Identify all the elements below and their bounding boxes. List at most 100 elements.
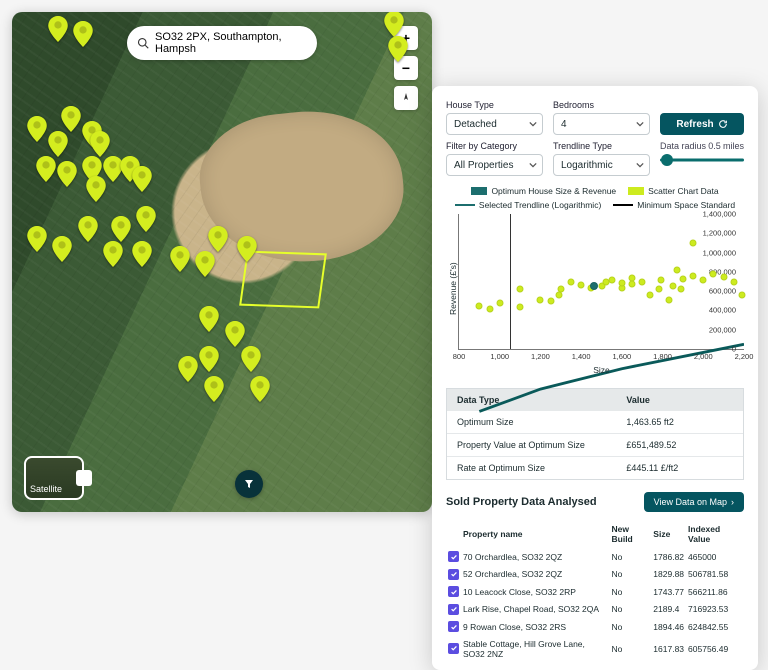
bedrooms-select[interactable]: 4 bbox=[553, 113, 650, 135]
radius-unit: miles bbox=[723, 141, 744, 151]
map-pin[interactable] bbox=[52, 236, 72, 262]
property-name: Stable Cottage, Hill Grove Lane, SO32 2N… bbox=[461, 636, 610, 662]
checkbox[interactable] bbox=[448, 604, 459, 615]
scatter-point bbox=[567, 278, 574, 285]
map-pin[interactable] bbox=[204, 376, 224, 402]
map-pin[interactable] bbox=[103, 241, 123, 267]
property-name: 9 Rowan Close, SO32 2RS bbox=[461, 618, 610, 636]
radius-slider[interactable] bbox=[660, 153, 744, 167]
map-pin[interactable] bbox=[111, 216, 131, 242]
indexed-value: 605756.49 bbox=[686, 636, 744, 662]
scatter-point bbox=[655, 286, 662, 293]
search-icon bbox=[137, 37, 149, 49]
house-type-select[interactable]: Detached bbox=[446, 113, 543, 135]
basemap-toggle[interactable]: Satellite › bbox=[24, 456, 84, 500]
map-filter-fab[interactable] bbox=[235, 470, 263, 498]
map-pin[interactable] bbox=[388, 36, 408, 62]
radius-label: Data radius bbox=[660, 141, 706, 151]
sold-table: Property name New Build Size Indexed Val… bbox=[446, 520, 744, 662]
property-name: 70 Orchardlea, SO32 2QZ bbox=[461, 548, 610, 566]
sold-row[interactable]: 70 Orchardlea, SO32 2QZNo1786.82465000 bbox=[446, 548, 744, 566]
map-search[interactable]: SO32 2PX, Southampton, Hampsh bbox=[127, 26, 317, 60]
map-pin[interactable] bbox=[57, 161, 77, 187]
sold-row[interactable]: Lark Rise, Chapel Road, SO32 2QANo2189.4… bbox=[446, 601, 744, 619]
trendline-select[interactable]: Logarithmic bbox=[553, 154, 650, 176]
property-name: 10 Leacock Close, SO32 2RP bbox=[461, 583, 610, 601]
house-type-field: House Type Detached bbox=[446, 100, 543, 135]
map-pin[interactable] bbox=[36, 156, 56, 182]
map-pin[interactable] bbox=[237, 236, 257, 262]
map-pin[interactable] bbox=[178, 356, 198, 382]
map-pin[interactable] bbox=[136, 206, 156, 232]
basemap-label: Satellite bbox=[30, 484, 62, 494]
map-pin[interactable] bbox=[384, 12, 404, 37]
checkbox[interactable] bbox=[448, 551, 459, 562]
new-build: No bbox=[610, 601, 652, 619]
y-tick: 200,000 bbox=[709, 325, 736, 334]
map-pin[interactable] bbox=[195, 251, 215, 277]
y-axis-label: Revenue (£'s) bbox=[446, 214, 458, 364]
scatter-point bbox=[618, 280, 625, 287]
scatter-point bbox=[720, 273, 727, 280]
sold-row[interactable]: Stable Cottage, Hill Grove Lane, SO32 2N… bbox=[446, 636, 744, 662]
property-name: Lark Rise, Chapel Road, SO32 2QA bbox=[461, 601, 610, 619]
radius-value: 0.5 bbox=[708, 141, 721, 151]
map-pin[interactable] bbox=[48, 16, 68, 42]
chart-plot[interactable]: Size 0200,000400,000600,000800,0001,000,… bbox=[458, 214, 744, 350]
map-pin[interactable] bbox=[78, 216, 98, 242]
sold-row[interactable]: 10 Leacock Close, SO32 2RPNo1743.7756621… bbox=[446, 583, 744, 601]
category-select[interactable]: All Properties bbox=[446, 154, 543, 176]
x-axis-label: Size bbox=[593, 365, 610, 375]
checkbox[interactable] bbox=[448, 621, 459, 632]
indexed-value: 566211.86 bbox=[686, 583, 744, 601]
map-pin[interactable] bbox=[199, 346, 219, 372]
map-pin[interactable] bbox=[199, 306, 219, 332]
scatter-point bbox=[679, 275, 686, 282]
checkbox[interactable] bbox=[448, 643, 459, 654]
refresh-button[interactable]: Refresh bbox=[660, 113, 744, 135]
scatter-point bbox=[677, 286, 684, 293]
scatter-point bbox=[557, 286, 564, 293]
map-pin[interactable] bbox=[250, 376, 270, 402]
map-pin[interactable] bbox=[225, 321, 245, 347]
y-tick: 1,200,000 bbox=[703, 229, 736, 238]
indexed-value: 624842.55 bbox=[686, 618, 744, 636]
map-pin[interactable] bbox=[170, 246, 190, 272]
map-pin[interactable] bbox=[90, 131, 110, 157]
col-size: Size bbox=[651, 520, 686, 548]
map-pin[interactable] bbox=[27, 116, 47, 142]
x-tick: 2,000 bbox=[694, 352, 713, 361]
scatter-point bbox=[690, 272, 697, 279]
chevron-down-icon bbox=[636, 120, 644, 128]
map-pin[interactable] bbox=[208, 226, 228, 252]
slider-knob[interactable] bbox=[661, 154, 673, 166]
legend-swatch-optimum bbox=[471, 187, 487, 195]
scatter-point bbox=[486, 305, 493, 312]
x-tick: 1,000 bbox=[490, 352, 509, 361]
checkbox[interactable] bbox=[448, 569, 459, 580]
new-build: No bbox=[610, 583, 652, 601]
x-tick: 2,200 bbox=[735, 352, 754, 361]
scatter-point bbox=[710, 270, 717, 277]
map-pin[interactable] bbox=[241, 346, 261, 372]
map-pin[interactable] bbox=[27, 226, 47, 252]
sold-row[interactable]: 9 Rowan Close, SO32 2RSNo1894.46624842.5… bbox=[446, 618, 744, 636]
optimum-point bbox=[590, 282, 598, 290]
scatter-point bbox=[673, 266, 680, 273]
size: 1786.82 bbox=[651, 548, 686, 566]
trendline-field: Trendline Type Logarithmic bbox=[553, 141, 650, 176]
checkbox[interactable] bbox=[448, 586, 459, 597]
col-property-name: Property name bbox=[461, 520, 610, 548]
map-pin[interactable] bbox=[73, 21, 93, 47]
map-pin[interactable] bbox=[86, 176, 106, 202]
sold-row[interactable]: 52 Orchardlea, SO32 2QZNo1829.88506781.5… bbox=[446, 566, 744, 584]
map-pin[interactable] bbox=[132, 241, 152, 267]
size: 1743.77 bbox=[651, 583, 686, 601]
compass-button[interactable] bbox=[394, 86, 418, 110]
map-pin[interactable] bbox=[48, 131, 68, 157]
legend-swatch-trend bbox=[455, 204, 475, 206]
map-pin[interactable] bbox=[61, 106, 81, 132]
scatter-point bbox=[629, 281, 636, 288]
map-pin[interactable] bbox=[132, 166, 152, 192]
map[interactable]: SO32 2PX, Southampton, Hampsh + − Satell… bbox=[12, 12, 432, 512]
